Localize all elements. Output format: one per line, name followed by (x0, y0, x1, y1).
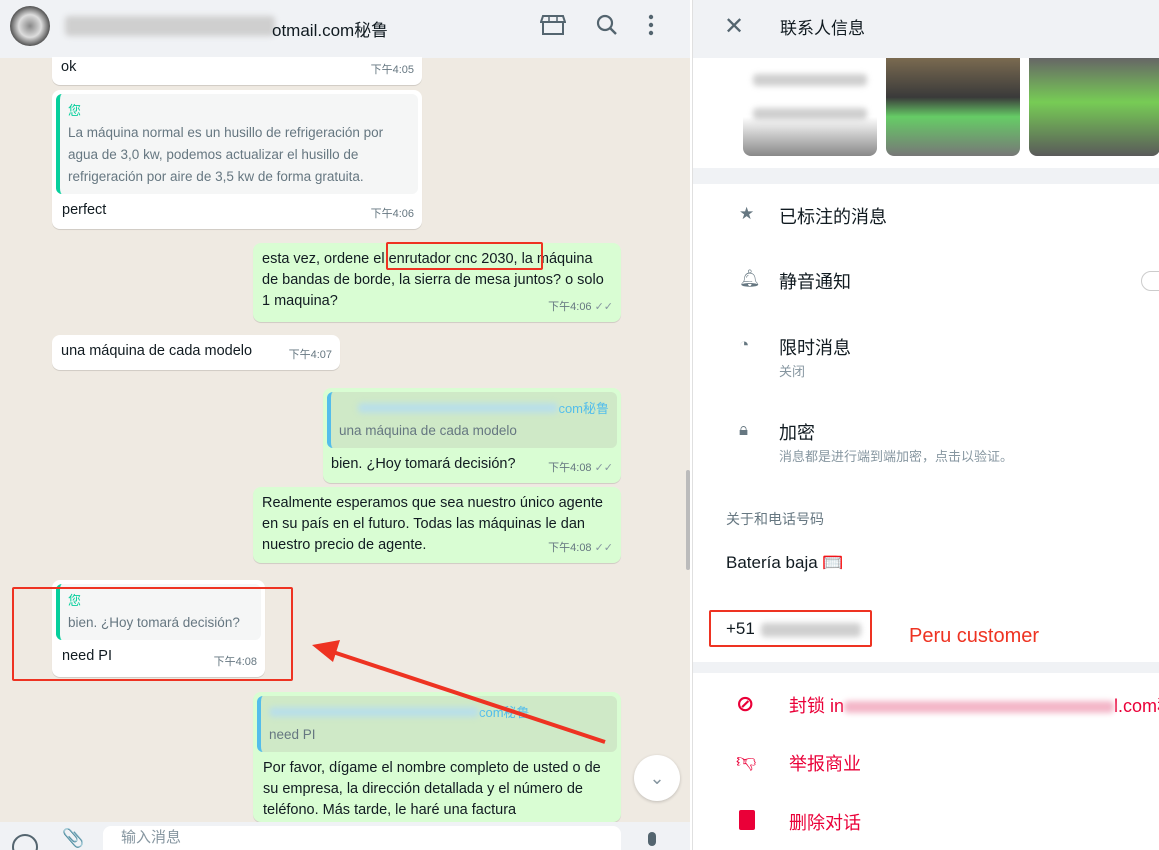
panel-title: 联系人信息 (780, 19, 865, 38)
item-label: 限时消息 (779, 338, 851, 358)
item-label: 删除对话 (789, 813, 861, 833)
annotation-box (709, 610, 872, 647)
report-business[interactable]: 👎︎ 举报商业 (693, 743, 1159, 783)
divider (693, 168, 1159, 184)
item-label: 举报商业 (789, 754, 861, 774)
mute-notifications[interactable]: 🔔︎ 静音通知 (693, 255, 1159, 310)
trash-icon (739, 810, 755, 830)
about-text: Batería baja 🥅 (726, 553, 844, 572)
lock-icon: 🔒︎ (739, 420, 749, 439)
contact-info-panel: ✕ 联系人信息 ★ 已标注的消息 🔔︎ 静音通知 ◔ 限时消息 关闭 🔒︎ 加密… (692, 0, 1159, 850)
timer-icon: ◔ (739, 335, 750, 354)
item-sub: 消息都是进行端到端加密，点击以验证。 (779, 449, 1014, 464)
bell-icon: 🔔︎ (739, 269, 761, 288)
block-icon: ⊘ (736, 691, 755, 716)
annotation-label: Peru customer (909, 625, 1040, 647)
block-contact[interactable]: ⊘ 封锁 inl.com秘 (693, 685, 1159, 725)
contact-header: ✕ 联系人信息 (693, 0, 1159, 58)
chat-panel: otmail.com秘鲁 ok 下午4:05 您 La máquina norm… (0, 0, 690, 850)
item-label: 加密 (779, 423, 815, 443)
starred-messages[interactable]: ★ 已标注的消息 (693, 190, 1159, 245)
chevron-down-icon: ⌄ (649, 768, 665, 788)
media-thumbnail[interactable] (886, 58, 1020, 156)
scrollbar[interactable] (686, 470, 690, 570)
composer: 📎 输入消息 (0, 822, 690, 850)
message-input[interactable]: 输入消息 (103, 826, 621, 850)
encryption[interactable]: 🔒︎ 加密 消息都是进行端到端加密，点击以验证。 (693, 410, 1159, 470)
mic-icon[interactable] (648, 832, 656, 846)
attach-icon[interactable]: 📎 (62, 828, 84, 849)
item-label: 已标注的消息 (779, 207, 887, 227)
item-label: 封锁 inl.com秘 (789, 696, 1159, 716)
section-label: 关于和电话号码 (726, 511, 824, 527)
media-thumbnail[interactable] (743, 58, 877, 156)
close-icon[interactable]: ✕ (724, 12, 744, 41)
thumbs-down-icon: 👎︎ (736, 750, 757, 772)
disappearing-messages[interactable]: ◔ 限时消息 关闭 (693, 325, 1159, 385)
emoji-icon[interactable] (12, 834, 38, 850)
message-input-placeholder: 输入消息 (121, 829, 182, 846)
item-label: 静音通知 (779, 272, 851, 292)
scroll-down-button[interactable]: ⌄ (634, 755, 680, 801)
item-sub: 关闭 (779, 364, 806, 379)
media-thumbnail[interactable] (1029, 58, 1159, 156)
mute-toggle[interactable] (1141, 271, 1159, 291)
delete-chat[interactable]: 删除对话 (693, 802, 1159, 842)
annotation-arrow (312, 640, 606, 744)
divider (693, 662, 1159, 673)
star-icon: ★ (739, 204, 755, 223)
